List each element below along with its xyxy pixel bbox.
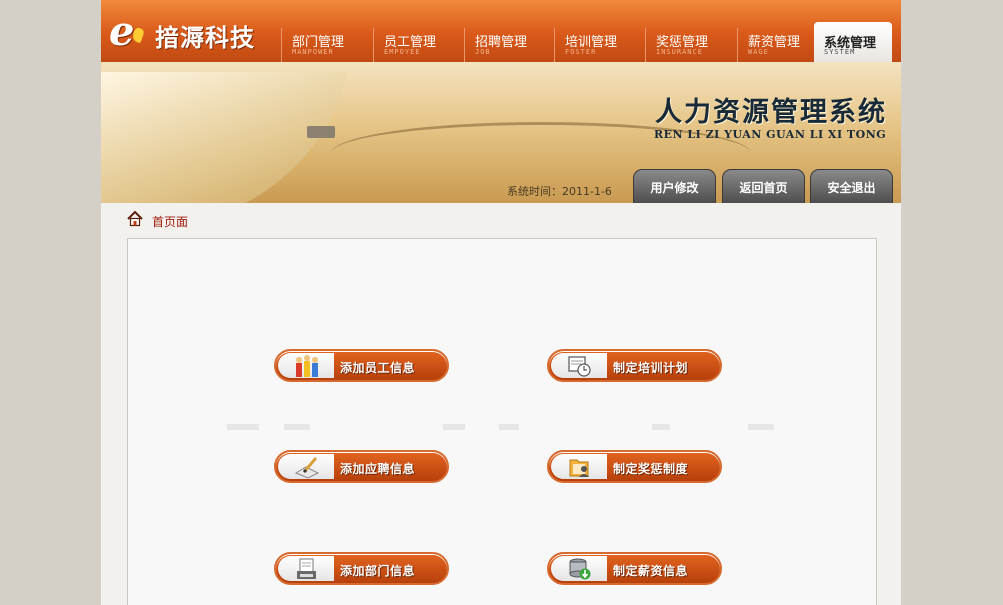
button-label: 制定奖惩制度 xyxy=(613,462,689,476)
nav-sublabel: MANPOWER xyxy=(292,48,334,56)
people-icon xyxy=(296,355,318,377)
app-frame: e 揞溽科技 部门管理 MANPOWER 员工管理 EMPOYEE 招聘管理 J… xyxy=(101,0,901,605)
company-logo: e 揞溽科技 xyxy=(109,8,279,55)
nav-item-employee[interactable]: 员工管理 EMPOYEE xyxy=(373,28,465,62)
reward-policy-button[interactable]: 制定奖惩制度 xyxy=(547,450,722,483)
banner: 人力资源管理系统 REN LI ZI YUAN GUAN LI XI TONG … xyxy=(101,62,901,203)
divider xyxy=(284,424,310,430)
user-edit-button[interactable]: 用户修改 xyxy=(633,169,716,203)
button-label: 添加应聘信息 xyxy=(340,462,416,476)
button-icon-area xyxy=(278,353,334,378)
folder-user-icon xyxy=(569,459,589,477)
top-nav-bar: e 揞溽科技 部门管理 MANPOWER 员工管理 EMPOYEE 招聘管理 J… xyxy=(101,0,901,63)
breadcrumb-home-link[interactable]: 首页面 xyxy=(152,213,188,230)
nav-sublabel: WAGE xyxy=(748,48,769,56)
training-plan-button[interactable]: 制定培训计划 xyxy=(547,349,722,382)
company-name: 揞溽科技 xyxy=(155,24,255,52)
divider xyxy=(227,424,259,430)
divider xyxy=(748,424,774,430)
breadcrumb: 首页面 xyxy=(101,203,901,235)
button-label: 制定培训计划 xyxy=(613,361,689,375)
add-employee-button[interactable]: 添加员工信息 xyxy=(274,349,449,382)
divider xyxy=(443,424,465,430)
nav-item-training[interactable]: 培训管理 FOSTER xyxy=(554,28,646,62)
button-label: 添加员工信息 xyxy=(340,361,416,375)
button-icon-area xyxy=(551,556,607,581)
document-printer-icon xyxy=(297,558,316,579)
button-label: 制定薪资信息 xyxy=(613,564,689,578)
logo-mark: e xyxy=(109,8,135,55)
logout-button[interactable]: 安全退出 xyxy=(810,169,893,203)
add-department-button[interactable]: 添加部门信息 xyxy=(274,552,449,585)
schedule-clock-icon xyxy=(568,356,591,377)
nav-sublabel: SYSTEM xyxy=(824,48,856,56)
button-icon-area xyxy=(551,454,607,479)
system-title: 人力资源管理系统 xyxy=(655,97,887,128)
nav-sublabel: INSURANCE xyxy=(656,48,703,56)
home-return-button[interactable]: 返回首页 xyxy=(722,169,805,203)
button-icon-area xyxy=(551,353,607,378)
nav-item-recruitment[interactable]: 招聘管理 JOB xyxy=(464,28,556,62)
add-applicant-button[interactable]: 添加应聘信息 xyxy=(274,450,449,483)
divider xyxy=(652,424,670,430)
home-icon xyxy=(127,210,143,227)
salary-info-button[interactable]: 制定薪资信息 xyxy=(547,552,722,585)
database-download-icon xyxy=(569,558,591,580)
nav-item-system[interactable]: 系统管理 SYSTEM xyxy=(814,22,892,62)
button-icon-area xyxy=(278,556,334,581)
system-subtitle: REN LI ZI YUAN GUAN LI XI TONG xyxy=(654,128,887,141)
system-time: 系统时间：2011-1-6 xyxy=(507,185,612,198)
nav-item-department[interactable]: 部门管理 MANPOWER xyxy=(281,28,373,62)
nav-item-rewards[interactable]: 奖惩管理 INSURANCE xyxy=(645,28,737,62)
button-icon-area xyxy=(278,454,334,479)
divider xyxy=(499,424,519,430)
main-panel: 添加员工信息 制定培训计划 添加应聘信息 制定奖惩制度 添加部门信息 制定薪资信… xyxy=(127,238,877,605)
button-label: 添加部门信息 xyxy=(340,564,416,578)
nav-sublabel: EMPOYEE xyxy=(384,48,421,56)
nav-sublabel: FOSTER xyxy=(565,48,597,56)
nav-sublabel: JOB xyxy=(475,48,491,56)
pen-paper-icon xyxy=(294,457,320,479)
banner-plug-image xyxy=(307,126,335,138)
